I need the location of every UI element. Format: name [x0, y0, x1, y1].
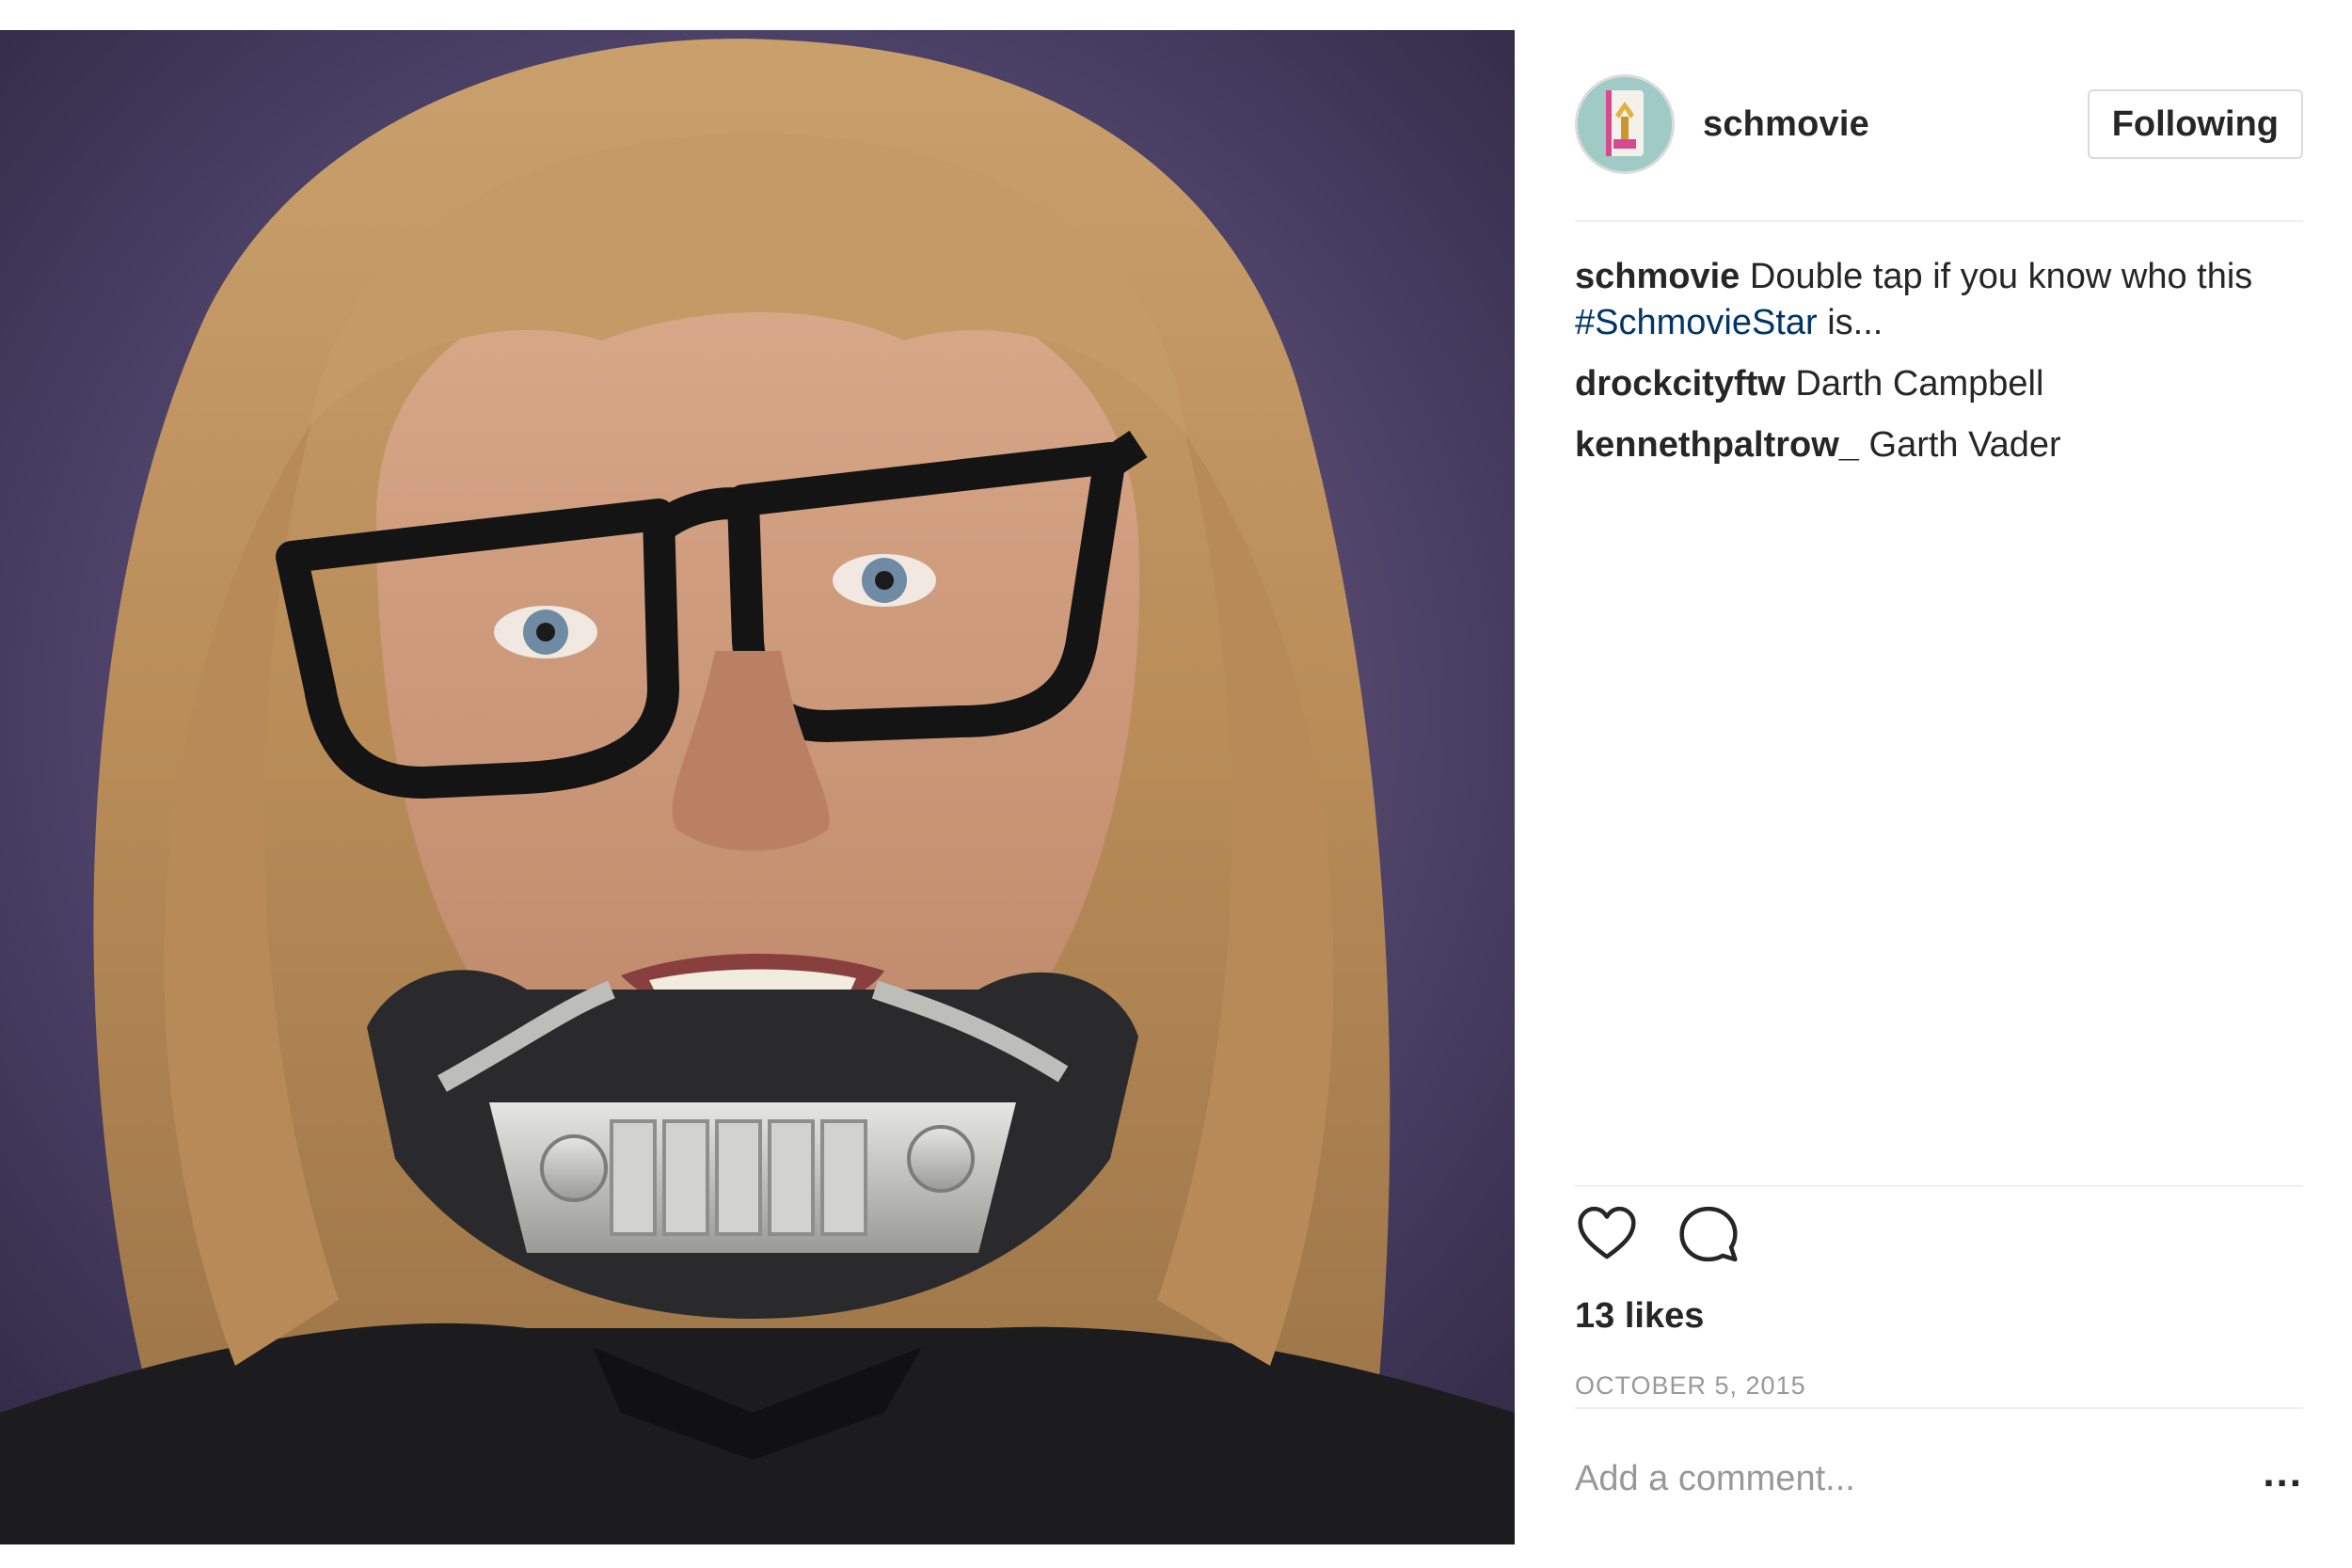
post-photo[interactable] — [0, 30, 1515, 1544]
actions-divider — [1575, 1185, 2303, 1187]
comment-username[interactable]: kennethpaltrow_ — [1575, 425, 1859, 465]
following-button[interactable]: Following — [2087, 89, 2303, 159]
avatar[interactable] — [1575, 74, 1675, 174]
header-divider — [1575, 220, 2303, 222]
instagram-post-page: schmovie Following schmovie Double tap i… — [0, 0, 2352, 1568]
hashtag-link[interactable]: #SchmovieStar — [1575, 303, 1818, 342]
list-item: drockcityftw Darth Campbell — [1575, 361, 2303, 407]
caption-text: Double tap if you know who this — [1749, 257, 2253, 296]
photo-illustration — [0, 30, 1515, 1544]
comment-text: Darth Campbell — [1795, 364, 2044, 404]
list-item: kennethpaltrow_ Garth Vader — [1575, 422, 2303, 468]
post-details-panel: schmovie Following schmovie Double tap i… — [1515, 30, 2352, 1544]
add-comment-input[interactable] — [1575, 1458, 2264, 1499]
comment-divider — [1575, 1407, 2303, 1409]
likes-count[interactable]: 13 likes — [1575, 1296, 1704, 1337]
comments-list: schmovie Double tap if you know who this… — [1575, 254, 2303, 483]
post-header: schmovie Following — [1575, 72, 2303, 176]
comment-text: Garth Vader — [1868, 425, 2061, 465]
caption-username[interactable]: schmovie — [1575, 257, 1740, 296]
post-date: OCTOBER 5, 2015 — [1575, 1371, 1806, 1400]
ellipsis-icon[interactable]: ... — [2263, 1449, 2303, 1497]
comment-username[interactable]: drockcityftw — [1575, 364, 1786, 404]
add-comment-section: ... — [1575, 1441, 2303, 1516]
post-username[interactable]: schmovie — [1703, 104, 1869, 145]
post-actions — [1575, 1202, 1778, 1266]
heart-icon[interactable] — [1575, 1202, 1639, 1266]
caption-text-end: is... — [1817, 303, 1883, 342]
avatar-image — [1578, 77, 1672, 171]
speech-bubble-icon[interactable] — [1677, 1202, 1740, 1266]
caption-comment: schmovie Double tap if you know who this… — [1575, 254, 2303, 346]
